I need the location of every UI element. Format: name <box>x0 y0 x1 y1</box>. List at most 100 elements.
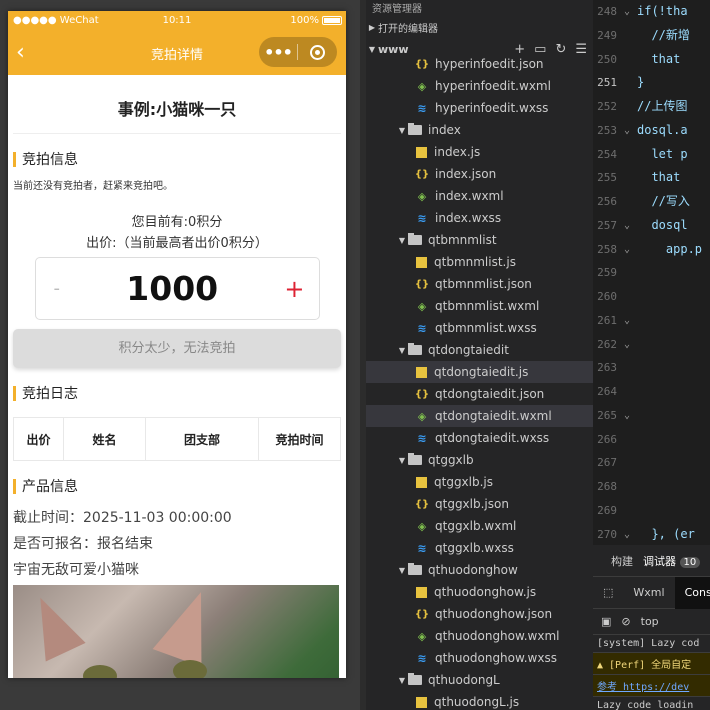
sidebar-toggle-icon[interactable]: ▣ <box>601 615 611 628</box>
error-count-badge: 10 <box>679 556 701 568</box>
new-file-icon[interactable]: + <box>514 42 525 57</box>
cat-ear <box>20 588 86 662</box>
line-number: 252 <box>597 100 617 113</box>
context-select[interactable]: top <box>641 615 659 628</box>
fold-chevron-icon[interactable] <box>617 428 637 452</box>
fold-chevron-icon[interactable] <box>617 380 637 404</box>
fold-chevron-icon[interactable]: ⌄ <box>617 309 637 333</box>
chevron-down-icon: ▼ <box>398 455 406 465</box>
fold-chevron-icon[interactable] <box>617 143 637 167</box>
subtab-console[interactable]: Cons <box>674 576 710 609</box>
console-message-text[interactable]: 参考 https://dev <box>597 682 689 693</box>
fold-chevron-icon[interactable]: ⌄ <box>617 0 637 24</box>
tree-file[interactable]: {} qthuodonghow.json <box>366 603 593 625</box>
collapse-all-icon[interactable]: ☰ <box>575 42 587 57</box>
fold-chevron-icon[interactable] <box>617 166 637 190</box>
fold-chevron-icon[interactable] <box>617 451 637 475</box>
folder-icon <box>408 343 422 355</box>
tree-file[interactable]: qthuodonghow.js <box>366 581 593 603</box>
code-line: 270 ⌄ }, (er <box>593 523 710 546</box>
tree-file[interactable]: {} qtbmnmlist.json <box>366 273 593 295</box>
tree-file[interactable]: {} qtggxlb.json <box>366 493 593 515</box>
tree-folder[interactable]: ▼ qtdongtaiedit <box>366 339 593 361</box>
bid-stepper: - 1000 + <box>34 257 320 320</box>
new-folder-icon[interactable]: ▭ <box>534 42 546 57</box>
tree-file[interactable]: ≋ hyperinfoedit.wxss <box>366 97 593 119</box>
fold-chevron-icon[interactable] <box>617 190 637 214</box>
nav-bar: ‹ 竞拍详情 ••• <box>8 31 346 75</box>
tree-file[interactable]: qtdongtaiedit.js <box>366 361 593 383</box>
tree-item-label: qthuodonghow.js <box>434 585 537 599</box>
fold-chevron-icon[interactable]: ⌄ <box>617 214 637 238</box>
open-editors-section[interactable]: ▶ 打开的编辑器 <box>366 16 593 38</box>
tree-file[interactable]: ◈ qtdongtaiedit.wxml <box>366 405 593 427</box>
tree-file[interactable]: ◈ qtbmnmlist.wxml <box>366 295 593 317</box>
tree-item-label: index.wxss <box>435 211 502 225</box>
line-number: 270 <box>597 527 617 541</box>
tree-folder[interactable]: ▼ qthuodonghow <box>366 559 593 581</box>
code-editor[interactable]: 248 ⌄ if(!tha 249 //新增 250 that 251} 252//上传图 2… <box>593 0 710 545</box>
tree-item-label: qtdongtaiedit.js <box>434 365 529 379</box>
bid-amount[interactable]: 1000 <box>126 269 218 308</box>
tree-item-label: qtbmnmlist.wxss <box>435 321 537 335</box>
console-filter-bar: ▣ ⊘ top <box>593 609 710 635</box>
tree-file[interactable]: ≋ qtbmnmlist.wxss <box>366 317 593 339</box>
code-text: //写入 <box>637 194 690 208</box>
folder-icon <box>408 123 422 135</box>
folder-icon <box>408 233 422 245</box>
fold-chevron-icon[interactable]: ⌄ <box>617 404 637 428</box>
wxss-file-icon: ≋ <box>417 651 427 665</box>
fold-chevron-icon[interactable]: ⌄ <box>617 119 637 143</box>
fold-chevron-icon[interactable]: ⌄ <box>617 333 637 357</box>
tree-file[interactable]: qthuodongL.js <box>366 691 593 710</box>
simulator-pane: ●●●●● WeChat 10:11 100% ‹ 竞拍详情 ••• 事例:小猫… <box>0 0 360 710</box>
fold-chevron-icon[interactable] <box>617 48 637 72</box>
refresh-icon[interactable]: ↻ <box>555 42 566 57</box>
tree-folder[interactable]: ▼ index <box>366 119 593 141</box>
inspect-icon[interactable]: ⬚ <box>593 586 623 599</box>
js-file-icon <box>416 256 427 268</box>
close-miniprogram-button[interactable] <box>298 44 336 60</box>
offer-text: 出价:（当前最高者出价0积分） <box>86 236 268 251</box>
tree-file[interactable]: ◈ index.wxml <box>366 185 593 207</box>
tree-file[interactable]: qtbmnmlist.js <box>366 251 593 273</box>
fold-chevron-icon[interactable]: ⌄ <box>617 238 637 262</box>
subtab-wxml[interactable]: Wxml <box>623 586 674 599</box>
tree-file[interactable]: ◈ qtggxlb.wxml <box>366 515 593 537</box>
decrease-button[interactable]: - <box>54 278 61 299</box>
bid-button[interactable]: 积分太少，无法竞拍 <box>13 329 341 368</box>
tree-folder[interactable]: ▼ qtbmnmlist <box>366 229 593 251</box>
clear-console-icon[interactable]: ⊘ <box>621 615 630 628</box>
tree-file[interactable]: ◈ hyperinfoedit.wxml <box>366 75 593 97</box>
code-line: 263 <box>593 356 710 380</box>
tree-file[interactable]: {} index.json <box>366 163 593 185</box>
tree-file[interactable]: {} qtdongtaiedit.json <box>366 383 593 405</box>
fold-chevron-icon[interactable] <box>617 71 637 95</box>
fold-chevron-icon[interactable] <box>617 95 637 119</box>
tree-file[interactable]: ≋ index.wxss <box>366 207 593 229</box>
fold-chevron-icon[interactable] <box>617 261 637 285</box>
console-message-text: Lazy code loadin <box>597 700 694 710</box>
fold-chevron-icon[interactable] <box>617 24 637 48</box>
tab-debugger-label: 调试器 <box>643 554 676 568</box>
fold-chevron-icon[interactable] <box>617 356 637 380</box>
tree-folder[interactable]: ▼ qthuodongL <box>366 669 593 691</box>
fold-chevron-icon[interactable] <box>617 285 637 309</box>
tree-file[interactable]: ≋ qthuodonghow.wxss <box>366 647 593 669</box>
fold-chevron-icon[interactable] <box>617 499 637 523</box>
tree-item-label: qtbmnmlist.js <box>434 255 516 269</box>
tree-file[interactable]: ≋ qtdongtaiedit.wxss <box>366 427 593 449</box>
fold-chevron-icon[interactable]: ⌄ <box>617 523 637 546</box>
tree-file[interactable]: ≋ qtggxlb.wxss <box>366 537 593 559</box>
increase-button[interactable]: + <box>284 275 304 303</box>
more-icon[interactable]: ••• <box>259 43 297 62</box>
tree-file[interactable]: index.js <box>366 141 593 163</box>
tab-build[interactable]: 构建 <box>611 553 633 569</box>
tree-folder[interactable]: ▼ qtggxlb <box>366 449 593 471</box>
tab-debugger[interactable]: 调试器 10 <box>643 553 701 569</box>
fold-chevron-icon[interactable] <box>617 475 637 499</box>
line-number: 251 <box>597 76 617 90</box>
folder-icon <box>408 673 422 685</box>
tree-file[interactable]: qtggxlb.js <box>366 471 593 493</box>
tree-file[interactable]: ◈ qthuodonghow.wxml <box>366 625 593 647</box>
